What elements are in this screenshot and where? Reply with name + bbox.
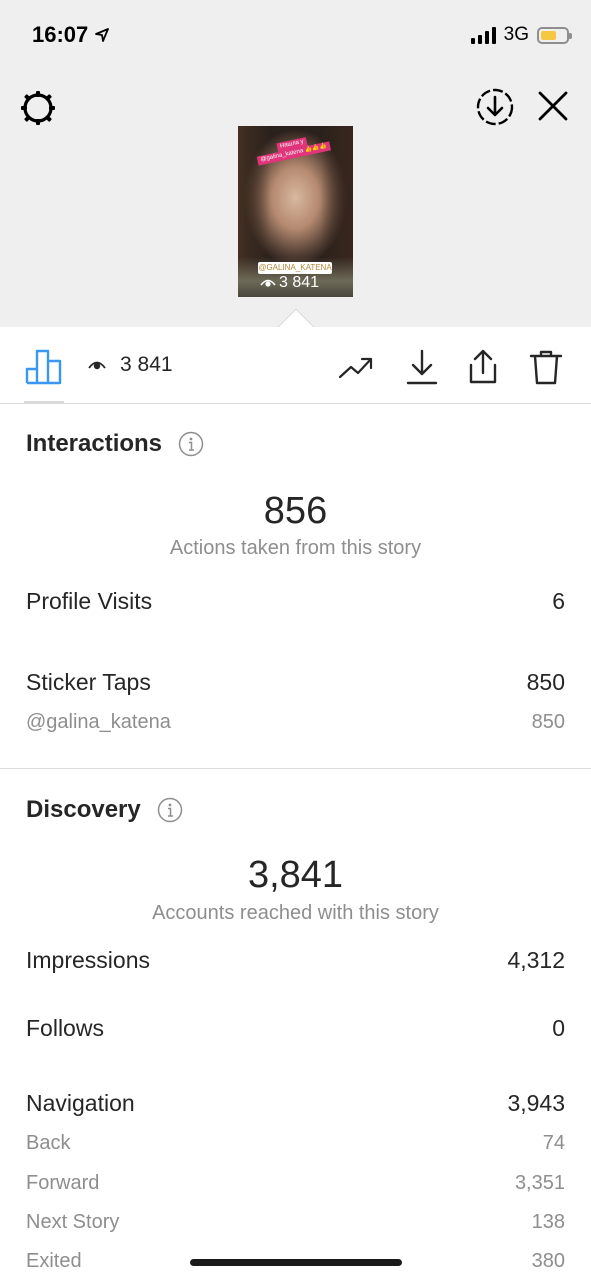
metric-subrow-back: Back 74 (26, 1132, 565, 1155)
metric-subrow-mention: @galina_katena 850 (26, 711, 565, 734)
view-count: 3 841 (88, 353, 173, 377)
metric-value: 0 (552, 1015, 565, 1041)
metric-label: Sticker Taps (26, 669, 151, 695)
metric-subrow-next-story: Next Story 138 (26, 1211, 565, 1234)
metric-label: Forward (26, 1172, 100, 1194)
interactions-total: 856 (263, 490, 328, 532)
section-divider (0, 768, 591, 769)
metric-value: 850 (526, 669, 565, 695)
discovery-caption: Accounts reached with this story (152, 902, 439, 924)
metric-row-impressions: Impressions 4,312 (26, 947, 565, 974)
battery-icon (537, 26, 572, 44)
network-type: 3G (503, 24, 529, 45)
metric-label: Profile Visits (26, 588, 153, 614)
metric-label: Back (26, 1132, 71, 1154)
metric-label: Exited (26, 1250, 82, 1272)
metric-value: 6 (552, 588, 565, 614)
interactions-title: Interactions (26, 430, 204, 458)
settings-icon[interactable] (18, 88, 58, 128)
metric-row-navigation: Navigation 3,943 (26, 1090, 565, 1117)
discovery-total: 3,841 (247, 854, 344, 896)
story-thumbnail[interactable]: Нашла у @galina_katena 👍👍👍 @GALINA_KATEN… (238, 126, 353, 297)
metric-label: Impressions (26, 947, 150, 973)
view-count-text: 3 841 (120, 353, 173, 376)
trending-icon[interactable] (336, 347, 376, 387)
metric-value: 380 (531, 1250, 565, 1272)
story-view-count: 3 841 (260, 274, 319, 292)
metric-value: 850 (531, 711, 565, 733)
metric-value: 74 (542, 1132, 565, 1154)
status-time-text: 16:07 (32, 22, 89, 47)
metric-label: Next Story (26, 1211, 120, 1233)
download-icon[interactable] (402, 347, 442, 387)
status-indicators: 3G (470, 24, 572, 46)
info-icon[interactable] (157, 797, 183, 823)
discovery-title: Discovery (26, 796, 183, 824)
eye-icon (88, 361, 106, 370)
metric-label: Follows (26, 1015, 104, 1041)
info-icon[interactable] (178, 431, 204, 457)
metric-row-follows: Follows 0 (26, 1015, 565, 1042)
mention-sticker: @GALINA_KATENA (258, 262, 332, 274)
home-indicator[interactable] (190, 1259, 402, 1266)
signal-icon (470, 26, 496, 44)
metric-row-sticker-taps: Sticker Taps 850 (26, 669, 565, 696)
share-icon[interactable] (463, 347, 503, 387)
metric-value: 138 (531, 1211, 565, 1233)
eye-icon (260, 279, 276, 287)
bar-chart-icon[interactable] (24, 345, 64, 385)
trash-icon[interactable] (526, 347, 566, 387)
metric-label: Navigation (26, 1090, 135, 1116)
download-circle-icon[interactable] (474, 86, 516, 128)
metric-value: 4,312 (507, 947, 565, 973)
metric-label: @galina_katena (26, 711, 171, 733)
close-icon[interactable] (535, 88, 571, 124)
metric-value: 3,943 (507, 1090, 565, 1116)
metric-value: 3,351 (514, 1172, 565, 1194)
active-tab-indicator (24, 401, 64, 404)
metric-row-profile-visits: Profile Visits 6 (26, 588, 565, 615)
interactions-caption: Actions taken from this story (169, 537, 422, 559)
location-arrow-icon (95, 28, 110, 42)
metric-subrow-forward: Forward 3,351 (26, 1172, 565, 1195)
status-time: 16:07 (32, 22, 110, 48)
insights-toolbar: 3 841 (0, 327, 591, 404)
